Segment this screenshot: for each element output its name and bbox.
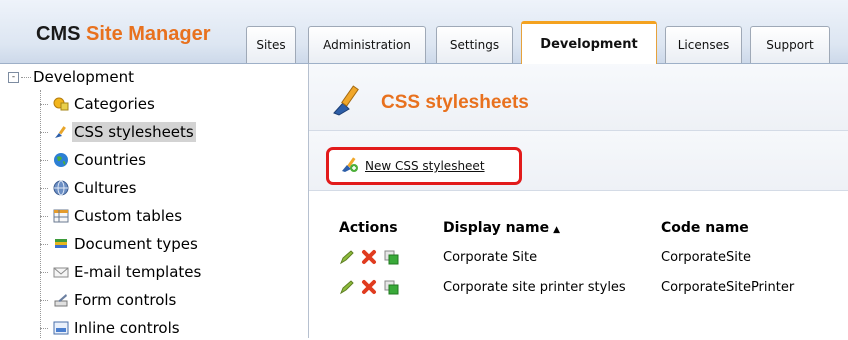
sidebar-item-label: Categories [74, 95, 155, 113]
tree-connector [40, 215, 48, 217]
sidebar-item-email-templates[interactable]: E-mail templates [40, 260, 203, 284]
sidebar-item-label: CSS stylesheets [72, 122, 196, 142]
grid-header-row: Actions Display name ▲ Code name [339, 214, 831, 242]
sidebar-item-categories[interactable]: Categories [40, 92, 157, 116]
sidebar-item-css-stylesheets[interactable]: CSS stylesheets [40, 120, 196, 144]
logo-cms: CMS [36, 23, 81, 45]
email-icon [52, 263, 70, 281]
tree-root-label: Development [33, 68, 134, 86]
column-code-name[interactable]: Code name [661, 214, 831, 242]
sort-ascending-icon: ▲ [553, 225, 561, 235]
display-name-cell: Corporate site printer styles [443, 279, 626, 295]
sidebar-item-label: Cultures [74, 179, 137, 197]
document-types-icon [52, 235, 70, 253]
clone-icon[interactable] [383, 279, 399, 295]
page-title: CSS stylesheets [381, 92, 529, 113]
sidebar-item-countries[interactable]: Countries [40, 148, 148, 172]
brush-icon [52, 123, 70, 141]
sidebar-item-custom-tables[interactable]: Custom tables [40, 204, 184, 228]
add-brush-icon [341, 155, 359, 177]
table-icon [52, 207, 70, 225]
row-actions [339, 272, 443, 302]
app-logo: CMS Site Manager [36, 23, 211, 46]
sidebar-item-label: Countries [74, 151, 146, 169]
delete-icon[interactable] [361, 279, 377, 295]
sidebar-item-label: Document types [74, 235, 198, 253]
tree-root-development[interactable]: - Development [8, 68, 134, 86]
tab-licenses[interactable]: Licenses [665, 26, 742, 63]
sidebar-tree: - Development Categories CSS stylesheets… [0, 64, 309, 338]
sidebar-item-cultures[interactable]: Cultures [40, 176, 138, 200]
table-row: Corporate Site CorporateSite [339, 242, 831, 272]
tab-settings[interactable]: Settings [436, 26, 513, 63]
form-control-icon [52, 291, 70, 309]
delete-icon[interactable] [361, 249, 377, 265]
row-actions [339, 242, 443, 272]
sidebar-item-label: Inline controls [74, 319, 180, 337]
code-name-cell: CorporateSite [661, 249, 751, 265]
tab-administration[interactable]: Administration [308, 26, 426, 63]
code-name-cell: CorporateSitePrinter [661, 279, 795, 295]
tab-development[interactable]: Development [521, 21, 657, 64]
tab-sites[interactable]: Sites [246, 26, 296, 63]
edit-icon[interactable] [339, 279, 355, 295]
sidebar-item-label: E-mail templates [74, 263, 202, 281]
sidebar-item-label: Form controls [74, 291, 177, 309]
tab-support[interactable]: Support [750, 26, 830, 63]
new-css-stylesheet-button[interactable]: New CSS stylesheet [326, 147, 522, 185]
display-name-cell: Corporate Site [443, 249, 538, 265]
tree-connector [40, 159, 48, 161]
tree-connector [40, 187, 48, 189]
collapse-toggle-icon[interactable]: - [8, 71, 19, 83]
column-display-name-label: Display name [443, 220, 550, 236]
sidebar-item-inline-controls[interactable]: Inline controls [40, 316, 182, 340]
page-header: CSS stylesheets [309, 64, 848, 131]
culture-globe-icon [52, 179, 70, 197]
sidebar-item-form-controls[interactable]: Form controls [40, 288, 178, 312]
globe-icon [52, 151, 70, 169]
header-bar: CMS Site Manager Sites Administration Se… [0, 0, 848, 64]
tree-connector [40, 271, 48, 273]
tree-connector [21, 76, 31, 78]
tree-connector [40, 131, 48, 133]
main-content: CSS stylesheets New CSS stylesheet Actio… [309, 64, 848, 338]
sidebar-item-document-types[interactable]: Document types [40, 232, 200, 256]
tree-connector [40, 103, 48, 105]
tree-connector [40, 327, 48, 329]
action-bar: New CSS stylesheet [309, 131, 848, 191]
logo-site-manager: Site Manager [80, 23, 211, 45]
tree-connector [40, 299, 48, 301]
column-display-name[interactable]: Display name ▲ [443, 214, 661, 242]
sidebar-item-label: Custom tables [74, 207, 183, 225]
inline-control-icon [52, 319, 70, 337]
edit-icon[interactable] [339, 249, 355, 265]
brush-icon [331, 83, 365, 121]
tree-connector [40, 243, 48, 245]
new-css-stylesheet-label: New CSS stylesheet [365, 159, 485, 173]
categories-icon [52, 95, 70, 113]
clone-icon[interactable] [383, 249, 399, 265]
column-actions: Actions [339, 220, 398, 236]
table-row: Corporate site printer styles CorporateS… [339, 272, 831, 302]
stylesheets-grid: Actions Display name ▲ Code name Corporat… [339, 214, 831, 302]
